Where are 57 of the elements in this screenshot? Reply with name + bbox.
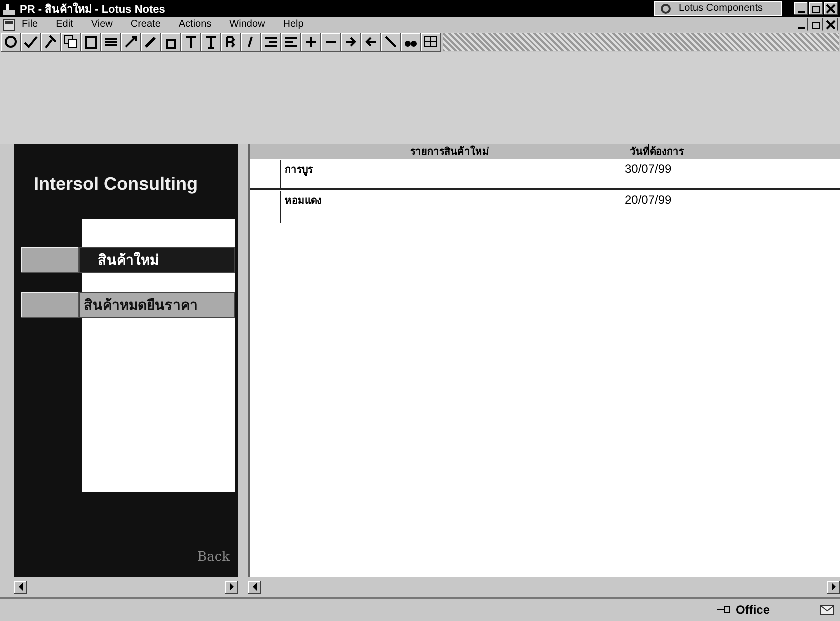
menu-item[interactable]: View: [89, 19, 115, 30]
table-cell-text: 20/07/99: [624, 192, 673, 209]
brand-title: Intersol Consulting: [33, 173, 199, 196]
check-icon[interactable]: [21, 32, 41, 52]
close-button[interactable]: [824, 18, 838, 31]
nav-item[interactable]: สินค้าใหม่: [79, 247, 235, 273]
grid-icon[interactable]: [421, 32, 441, 52]
back-link[interactable]: Back: [198, 550, 230, 565]
left-arrow-icon: [252, 583, 258, 591]
column-header[interactable]: รายการสินค้าใหม่: [280, 144, 620, 159]
nav-button-tab[interactable]: [21, 292, 79, 318]
close-icon: [826, 20, 836, 30]
table-cell-text: 30/07/99: [624, 161, 673, 178]
scroll-left-button[interactable]: [248, 580, 261, 594]
lines-icon[interactable]: [101, 32, 121, 52]
scroll-right-button[interactable]: [225, 580, 238, 594]
minimize-icon: [798, 11, 804, 13]
restore-button[interactable]: [809, 18, 823, 31]
maximize-button[interactable]: [809, 2, 823, 15]
table-cell-text: หอมแดง: [284, 195, 323, 209]
menu-item[interactable]: Edit: [54, 19, 76, 30]
maximize-icon: [811, 4, 821, 14]
menu-item[interactable]: Create: [128, 19, 163, 30]
pointer-icon[interactable]: [121, 32, 141, 52]
outdent-icon[interactable]: [281, 32, 301, 52]
right-arrow-icon: [228, 583, 234, 591]
right-arrow-icon: [830, 583, 836, 591]
column-header[interactable]: วันที่ต้องการ: [620, 144, 790, 159]
app-icon: [2, 2, 16, 16]
plus-icon[interactable]: [301, 32, 321, 52]
indent-icon[interactable]: [261, 32, 281, 52]
left-arrow-icon: [18, 583, 24, 591]
table-cell-text: การบูร: [284, 164, 314, 178]
copy-icon[interactable]: [61, 32, 81, 52]
nav-item[interactable]: สินค้าหมดยืนราคา: [79, 292, 235, 318]
scroll-left-button[interactable]: [14, 580, 27, 594]
menu-item[interactable]: File: [20, 19, 40, 30]
close-icon: [826, 4, 836, 14]
menu-item[interactable]: Help: [281, 19, 306, 30]
bold-icon[interactable]: [221, 32, 241, 52]
scroll-right-button[interactable]: [827, 580, 840, 594]
window-title: PR - สินค้าใหม่ - Lotus Notes: [20, 2, 166, 18]
menu-item[interactable]: Actions: [176, 19, 214, 30]
text-icon[interactable]: [181, 32, 201, 52]
location-button[interactable]: Office: [716, 603, 806, 617]
pencil-icon[interactable]: [141, 32, 161, 52]
nav-button-tab[interactable]: [21, 247, 79, 273]
menu-item[interactable]: Window: [228, 19, 268, 30]
document-icon: [2, 18, 16, 32]
minimize-icon: [798, 27, 804, 29]
text-icon[interactable]: [201, 32, 221, 52]
italic-icon[interactable]: [241, 32, 261, 52]
restore-icon: [811, 20, 821, 30]
binoculars-icon[interactable]: [401, 32, 421, 52]
minus-icon[interactable]: [321, 32, 341, 52]
taskbar-button[interactable]: Lotus Components: [654, 1, 782, 16]
mail-icon[interactable]: [820, 604, 836, 616]
